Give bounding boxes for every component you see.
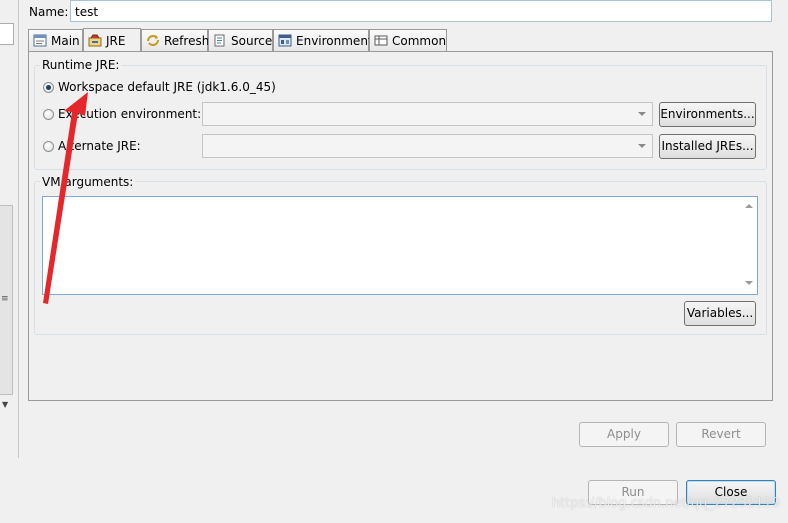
annotation-arrow-icon — [43, 92, 88, 304]
watermark: https://blog.csdn.net/qq_27232119 — [551, 496, 780, 511]
